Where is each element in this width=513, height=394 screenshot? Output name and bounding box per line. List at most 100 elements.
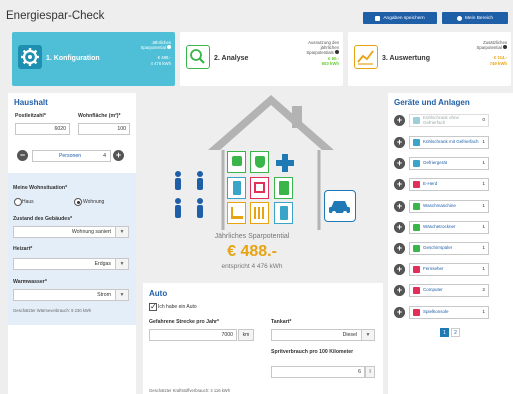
savings-amount: € 488.- bbox=[227, 243, 277, 260]
kuehlschrank-window-icon bbox=[227, 177, 246, 199]
gear-icon bbox=[18, 45, 42, 69]
persons-stepper[interactable]: Personen 4 bbox=[32, 150, 111, 162]
save-button-label: Angaben speichern bbox=[383, 15, 425, 21]
device-plus-button[interactable]: + bbox=[394, 307, 405, 318]
account-button[interactable]: Mein Bereich bbox=[442, 12, 508, 24]
heizart-select[interactable]: Erdgas ▼ bbox=[13, 258, 129, 270]
geraete-panel: Geräte und Anlagen −Kühlschrank ohne Gef… bbox=[388, 93, 513, 394]
device-name: E-Herd bbox=[423, 181, 438, 187]
persons-plus-button[interactable]: + bbox=[113, 150, 124, 161]
save-button[interactable]: Angaben speichern bbox=[363, 12, 437, 24]
device-plus-button[interactable]: + bbox=[394, 158, 405, 169]
warmwasser-select[interactable]: Strom ▼ bbox=[13, 289, 129, 301]
heizung-window-icon bbox=[227, 202, 246, 224]
device-count: 1 bbox=[482, 182, 485, 187]
device-name: Computer bbox=[423, 287, 443, 293]
step-auswertung[interactable]: 3. Auswertung Zusätzliches Sparpotential… bbox=[348, 32, 511, 86]
device-plus-button[interactable]: + bbox=[394, 115, 405, 126]
device-row: −Kühlschrank mit Gefrierfach1+ bbox=[388, 136, 508, 149]
step-info-line: Sparpotentials bbox=[306, 50, 339, 55]
device-item[interactable]: Geschirrspüler 1 bbox=[409, 242, 489, 255]
tankart-select[interactable]: Diesel ▼ bbox=[271, 329, 375, 341]
heizart-value: Erdgas bbox=[94, 261, 111, 267]
chevron-down-icon: ▼ bbox=[115, 227, 128, 237]
device-item[interactable]: Spielkonsole 1 bbox=[409, 306, 489, 319]
wohnsituation-label: Meine Wohnsituation* bbox=[13, 185, 68, 191]
device-row: −Kühlschrank ohne Gefrierfach0+ bbox=[388, 114, 508, 127]
auto-checkbox-label: Ich habe ein Auto bbox=[158, 304, 197, 310]
device-icon bbox=[413, 139, 420, 146]
geraete-title: Geräte und Anlagen bbox=[394, 98, 470, 107]
step-info-text: Sparpotential bbox=[140, 45, 166, 51]
radio-wohnung-label: Wohnung bbox=[83, 199, 105, 205]
step-info-line: Sparpotential bbox=[140, 45, 171, 50]
persons-icon bbox=[170, 170, 210, 220]
device-item[interactable]: E-Herd 1 bbox=[409, 178, 489, 191]
page-2-button[interactable]: 2 bbox=[451, 328, 460, 337]
step-energy: 603 kWh bbox=[321, 60, 339, 66]
info-icon bbox=[167, 45, 171, 50]
strecke-label: Gefahrene Strecke pro Jahr* bbox=[149, 319, 220, 325]
strecke-input[interactable]: 7000 bbox=[149, 329, 237, 341]
device-count: 1 bbox=[482, 267, 485, 272]
step-konfiguration[interactable]: 1. Konfiguration Jährliches Sparpotentia… bbox=[12, 32, 175, 86]
radio-wohnung[interactable] bbox=[74, 198, 82, 206]
device-plus-button[interactable]: + bbox=[394, 285, 405, 296]
account-button-label: Mein Bereich bbox=[465, 15, 493, 21]
radio-haus-label: Haus bbox=[22, 199, 34, 205]
savings-caption: Jährliches Sparpotential bbox=[214, 233, 290, 240]
device-plus-button[interactable]: + bbox=[394, 264, 405, 275]
strecke-unit: km bbox=[238, 329, 254, 341]
device-plus-button[interactable]: + bbox=[394, 222, 405, 233]
device-plus-button[interactable]: + bbox=[394, 243, 405, 254]
chevron-down-icon: ▼ bbox=[115, 259, 128, 269]
auto-title: Auto bbox=[149, 289, 168, 298]
device-name: Fernseher bbox=[423, 266, 444, 272]
device-name: Gefriergerät bbox=[423, 160, 448, 166]
waschmaschine-window-icon bbox=[227, 151, 246, 173]
device-plus-button[interactable]: + bbox=[394, 179, 405, 190]
radio-dot bbox=[76, 200, 80, 204]
plz-input[interactable]: 6020 bbox=[15, 123, 70, 135]
device-row: −E-Herd1+ bbox=[388, 178, 508, 191]
waerme-hint: Geschätzter Wärmeverbrauch: 9 230 kWh bbox=[13, 308, 92, 313]
tankart-label: Tankart* bbox=[271, 319, 292, 325]
device-icon bbox=[413, 266, 420, 273]
step-analyse[interactable]: 2. Analyse Ausnutzung des jährlichen Spa… bbox=[180, 32, 343, 86]
auto-checkbox[interactable]: ✓ bbox=[149, 303, 157, 311]
car-icon bbox=[324, 190, 356, 222]
page-1-button[interactable]: 1 bbox=[440, 328, 449, 337]
device-plus-button[interactable]: + bbox=[394, 137, 405, 148]
step-title: 3. Auswertung bbox=[382, 55, 430, 62]
device-name: Wäschetrockner bbox=[423, 224, 456, 230]
chevron-down-icon: ▼ bbox=[115, 290, 128, 300]
step-info-text: Sparpotentials bbox=[306, 50, 334, 56]
device-item[interactable]: Kühlschrank ohne Gefrierfach 0 bbox=[409, 114, 489, 127]
device-item[interactable]: Kühlschrank mit Gefrierfach 1 bbox=[409, 136, 489, 149]
step-info: Zusätzliches Sparpotential € 114.- 749 k… bbox=[476, 40, 507, 66]
persons-minus-button[interactable]: − bbox=[17, 150, 28, 161]
savings-energy: entspricht 4 476 kWh bbox=[221, 263, 283, 270]
device-icon bbox=[413, 117, 420, 124]
info-icon bbox=[335, 50, 339, 55]
device-item[interactable]: Fernseher 1 bbox=[409, 263, 489, 276]
save-icon bbox=[375, 15, 381, 21]
device-name: Spielkonsole bbox=[423, 309, 449, 315]
zustand-value: Wohnung saniert bbox=[71, 229, 111, 235]
device-row: −Geschirrspüler1+ bbox=[388, 242, 508, 255]
device-item[interactable]: Waschmaschine 1 bbox=[409, 200, 489, 213]
warmwasser-value: Strom bbox=[97, 292, 111, 298]
step-title: 1. Konfiguration bbox=[46, 55, 100, 62]
device-item[interactable]: Gefriergerät 1 bbox=[409, 157, 489, 170]
device-count: 1 bbox=[482, 204, 485, 209]
radio-haus[interactable] bbox=[14, 198, 22, 206]
device-item[interactable]: Computer 2 bbox=[409, 284, 489, 297]
zustand-select[interactable]: Wohnung saniert ▼ bbox=[13, 226, 129, 238]
device-plus-button[interactable]: + bbox=[394, 201, 405, 212]
area-input[interactable]: 100 bbox=[78, 123, 130, 135]
persons-value: 4 bbox=[103, 153, 106, 159]
sprit-input[interactable]: 6 bbox=[271, 366, 365, 378]
app-title: Energiespar-Check bbox=[6, 10, 105, 22]
step-title: 2. Analyse bbox=[214, 55, 249, 62]
device-item[interactable]: Wäschetrockner 1 bbox=[409, 221, 489, 234]
